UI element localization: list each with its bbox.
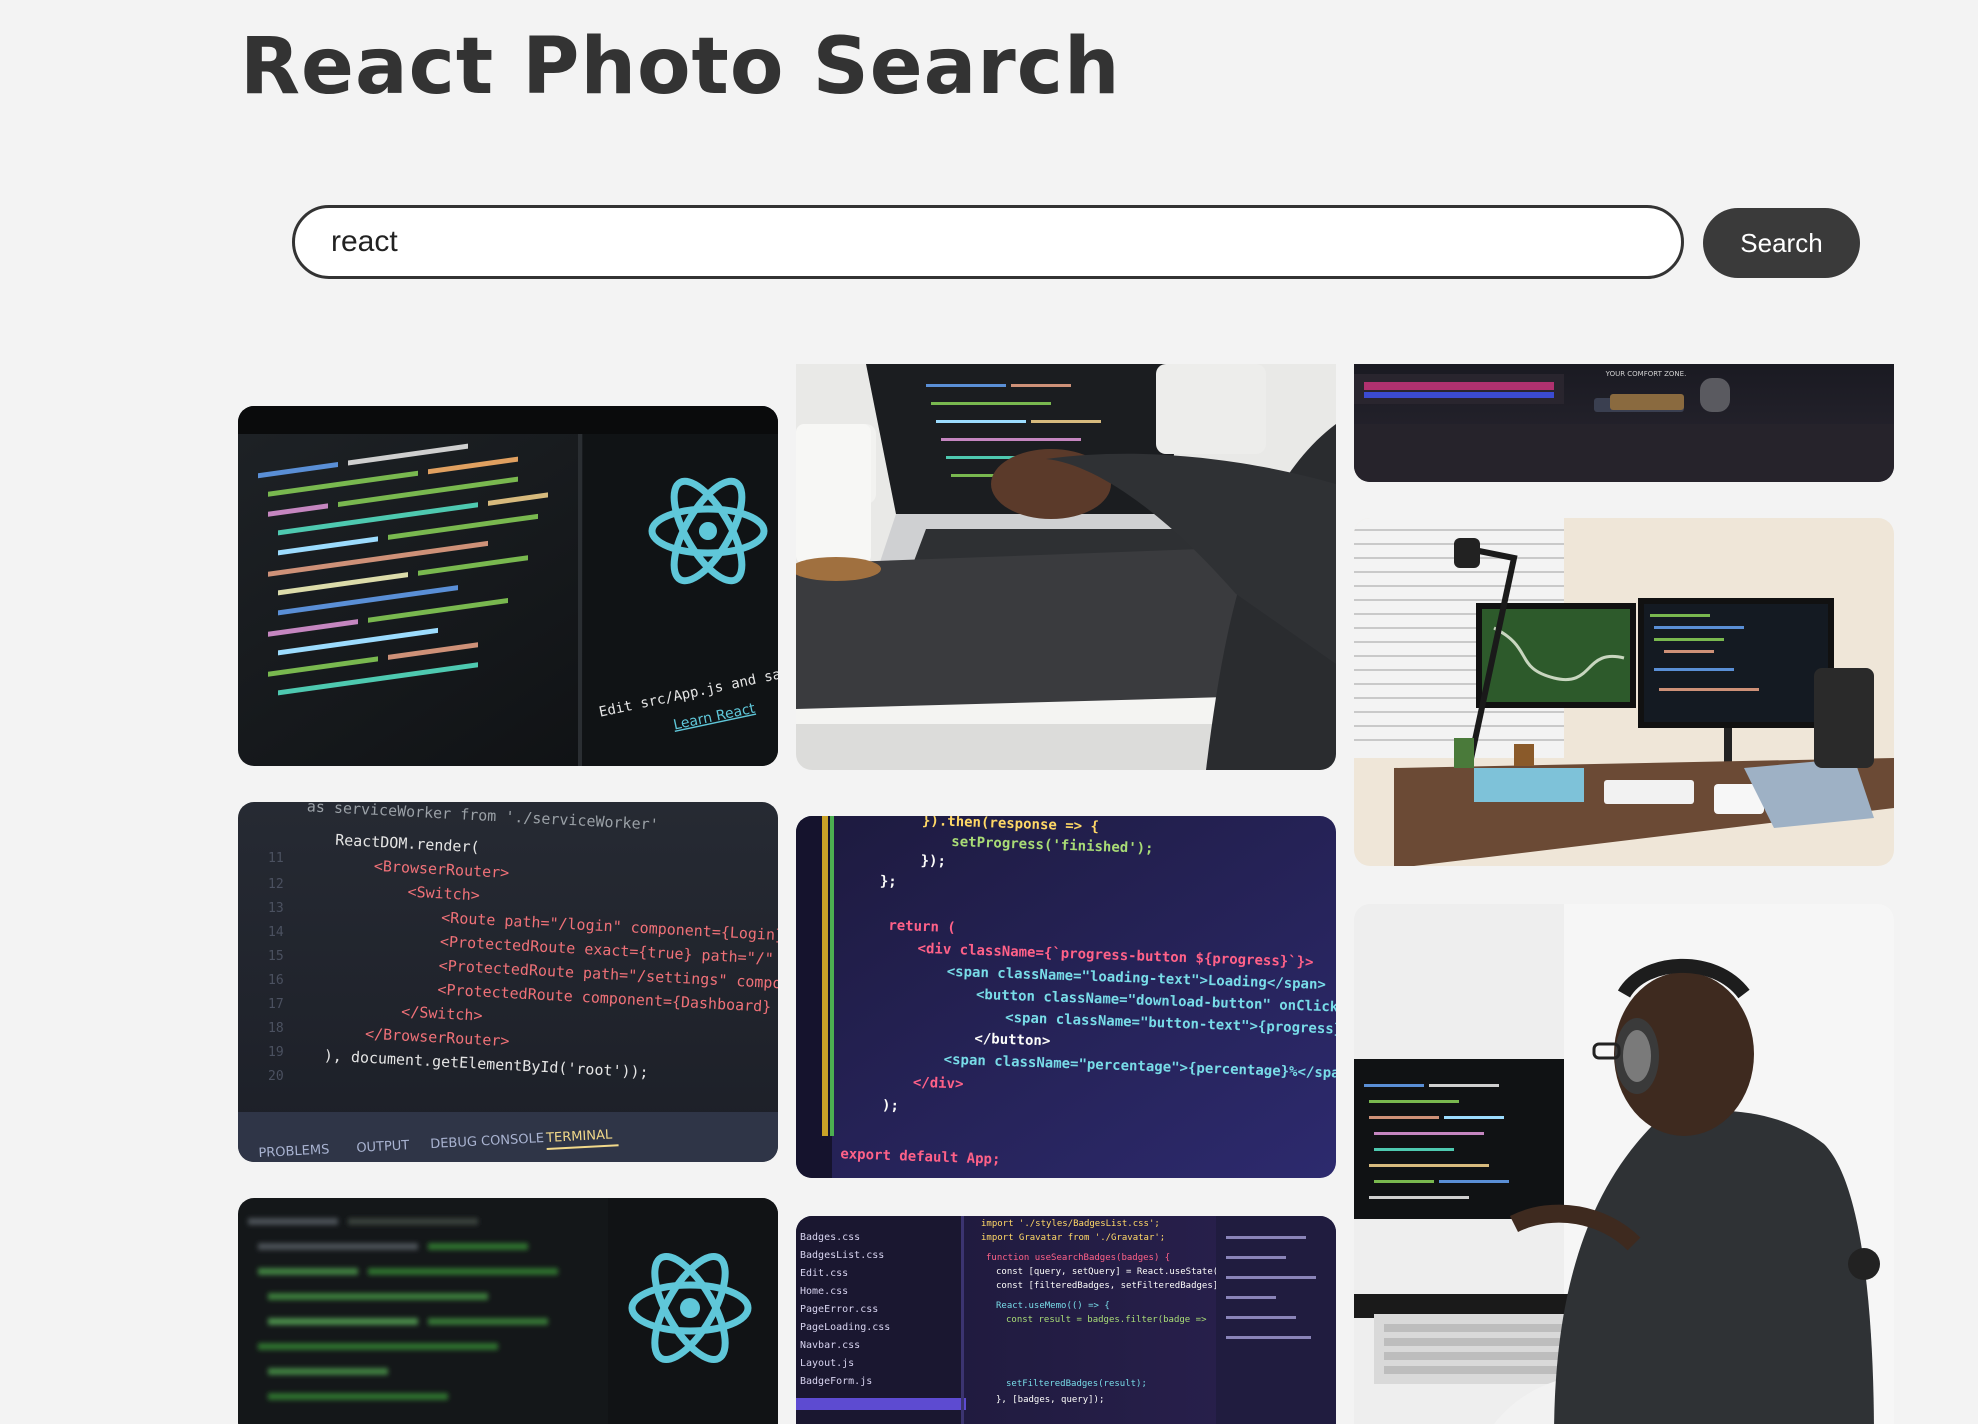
code-line: return (	[888, 918, 956, 936]
svg-text:12: 12	[268, 877, 284, 892]
code-line: function useSearchBadges(badges) {	[986, 1253, 1170, 1263]
photo-image	[1354, 904, 1894, 1424]
photo-column-2: }).then(response => { setProgress('finis…	[796, 364, 1336, 1424]
svg-text:20: 20	[268, 1069, 284, 1084]
code-line: const [query, setQuery] = React.useState…	[996, 1267, 1240, 1277]
svg-text:15: 15	[268, 949, 284, 964]
photo-dual-monitor-desk[interactable]	[1354, 518, 1894, 866]
photo-image: Edit src/App.js and save to reload. Lear…	[238, 406, 778, 766]
photo-image: YOUR COMFORT ZONE.	[1354, 364, 1894, 482]
photo-image: as serviceWorker from './serviceWorker' …	[238, 802, 778, 1162]
svg-text:16: 16	[268, 973, 284, 988]
photo-text: PageError.css	[800, 1304, 878, 1315]
code-line: });	[920, 853, 946, 870]
code-line: </div>	[913, 1075, 964, 1093]
photo-text: BadgeForm.js	[800, 1376, 872, 1387]
svg-text:17: 17	[268, 997, 284, 1012]
photo-column-1: Edit src/App.js and save to reload. Lear…	[238, 388, 778, 1424]
svg-text:19: 19	[268, 1045, 284, 1060]
svg-text:11: 11	[268, 851, 284, 866]
code-line: <Switch>	[407, 883, 480, 905]
photo-image	[796, 364, 1336, 770]
photo-image: Badges.css BadgesList.css Edit.css Home.…	[796, 1216, 1336, 1424]
photo-react-router-code[interactable]: as serviceWorker from './serviceWorker' …	[238, 802, 778, 1162]
photo-grid: Edit src/App.js and save to reload. Lear…	[238, 364, 1894, 1424]
photo-laptop-typing[interactable]	[796, 364, 1336, 770]
page: React Photo Search Search	[0, 0, 1978, 1424]
photo-text: BadgesList.css	[800, 1250, 884, 1261]
photo-text: YOUR COMFORT ZONE.	[1605, 370, 1687, 378]
svg-text:18: 18	[268, 1021, 284, 1036]
photo-image	[238, 1198, 778, 1424]
photo-text: OUTPUT	[356, 1138, 410, 1156]
search-button[interactable]: Search	[1703, 208, 1860, 278]
code-line: import Gravatar from './Gravatar';	[981, 1233, 1165, 1243]
photo-text: Badges.css	[800, 1232, 860, 1243]
code-line: setFilteredBadges(result);	[1006, 1379, 1147, 1389]
photo-text: Layout.js	[800, 1358, 854, 1369]
photo-text: Navbar.css	[800, 1340, 860, 1351]
search-input[interactable]	[292, 205, 1684, 279]
code-line: </button>	[974, 1031, 1050, 1050]
code-line: }, [badges, query]);	[996, 1395, 1104, 1405]
code-line: const result = badges.filter(badge =>	[1006, 1315, 1207, 1325]
code-line: };	[880, 873, 897, 890]
photo-image: }).then(response => { setProgress('finis…	[796, 816, 1336, 1178]
code-line: React.useMemo(() => {	[996, 1301, 1110, 1311]
search-form: Search	[292, 205, 1860, 279]
photo-text: Home.css	[800, 1286, 848, 1297]
photo-text: Edit.css	[800, 1268, 848, 1279]
photo-column-3: YOUR COMFORT ZONE.	[1354, 364, 1894, 1424]
svg-text:13: 13	[268, 901, 284, 916]
photo-text: PageLoading.css	[800, 1322, 890, 1333]
photo-progress-button-code[interactable]: }).then(response => { setProgress('finis…	[796, 816, 1336, 1178]
page-title: React Photo Search	[240, 22, 1121, 112]
photo-badges-code-editor[interactable]: Badges.css BadgesList.css Edit.css Home.…	[796, 1216, 1336, 1424]
code-line: const [filteredBadges, setFilteredBadges…	[996, 1281, 1218, 1291]
photo-react-logo-editor[interactable]: Edit src/App.js and save to reload. Lear…	[238, 406, 778, 766]
photo-headphones-developer[interactable]	[1354, 904, 1894, 1424]
code-line: );	[882, 1098, 899, 1115]
photo-react-logo-blur[interactable]	[238, 1198, 778, 1424]
code-line: import './styles/BadgesList.css';	[981, 1219, 1160, 1229]
photo-desk-setup-partial[interactable]: YOUR COMFORT ZONE.	[1354, 364, 1894, 482]
svg-text:14: 14	[268, 925, 284, 940]
photo-image	[1354, 518, 1894, 866]
